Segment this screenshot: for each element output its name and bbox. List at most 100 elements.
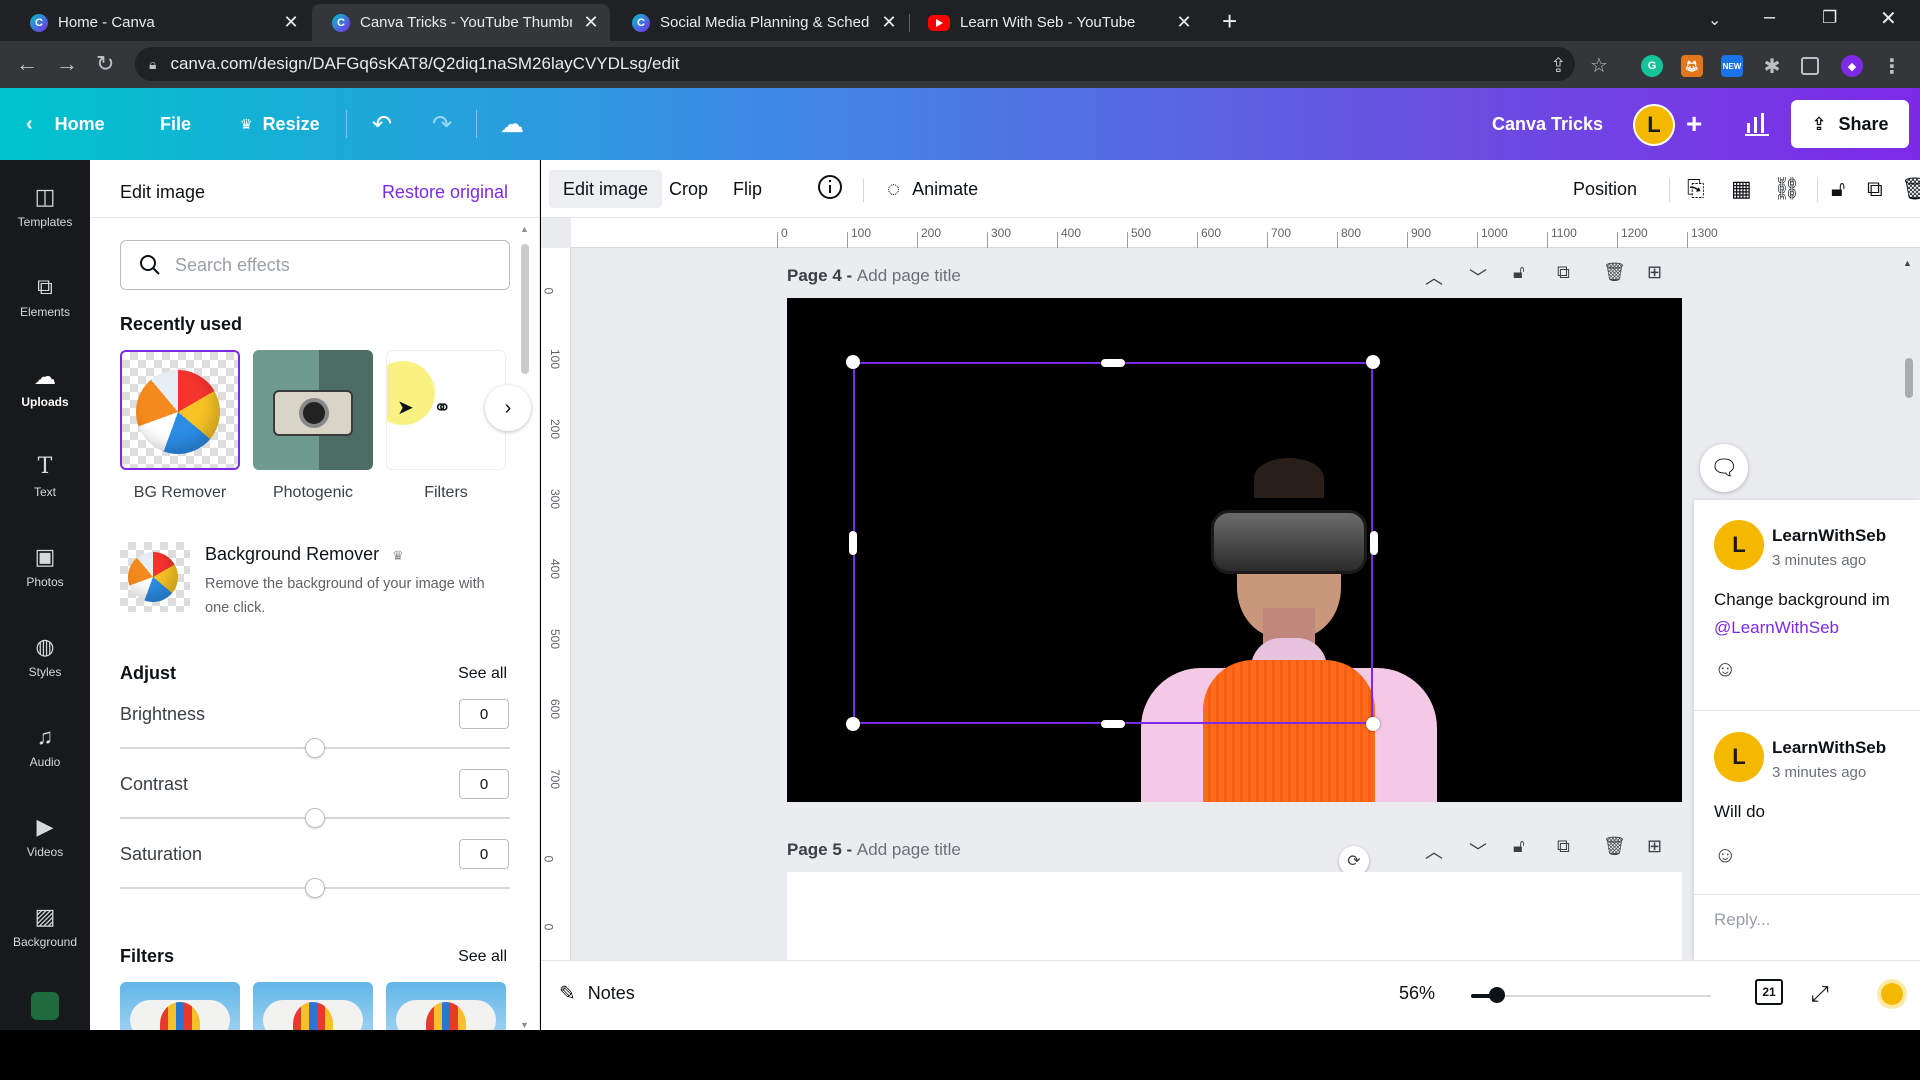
scroll-up-icon[interactable]: ▲ — [1903, 258, 1912, 268]
redo-icon[interactable]: ↷ — [432, 88, 452, 160]
reload-icon[interactable]: ↻ — [96, 51, 114, 77]
notes-button[interactable]: ✎ Notes — [559, 981, 635, 1006]
browser-tab-learn-with-seb[interactable]: Learn With Seb - YouTube ✕ — [908, 4, 1203, 41]
design-title[interactable]: Canva Tricks — [1492, 88, 1603, 160]
delete-page-icon[interactable]: 🗑︎ — [1603, 836, 1626, 857]
lock-icon[interactable]: 🔓︎ — [1831, 176, 1845, 202]
chevron-up-icon[interactable]: ︿ — [1425, 264, 1443, 290]
browser-menu-icon[interactable]: ⋮ — [1881, 55, 1903, 78]
scroll-up-icon[interactable]: ▲ — [520, 224, 529, 234]
chevron-down-icon[interactable]: ﹀ — [1469, 264, 1487, 290]
page-5-title[interactable]: Page 5 - Add page title — [787, 840, 961, 860]
paint-roller-icon[interactable]: ⎘ — [1687, 176, 1705, 202]
new-extension-icon[interactable]: NEW — [1721, 55, 1743, 77]
resize-handle-right[interactable] — [1370, 531, 1378, 555]
rail-item-videos[interactable]: ▶ Videos — [0, 802, 90, 872]
chevron-up-icon[interactable]: ︿ — [1425, 838, 1443, 864]
page-5-canvas[interactable] — [787, 872, 1682, 960]
share-button[interactable]: ⇪ Share — [1791, 100, 1909, 148]
resize-handle-bottom-right[interactable] — [1366, 717, 1380, 731]
share-page-icon[interactable]: ⇪ — [1550, 53, 1567, 78]
add-reaction-icon[interactable]: ☺ — [1714, 656, 1736, 682]
more-apps-icon[interactable] — [31, 992, 59, 1020]
close-tab-icon[interactable]: ✕ — [1175, 12, 1193, 33]
resize-handle-top-right[interactable] — [1366, 355, 1380, 369]
search-input[interactable] — [175, 254, 475, 276]
zoom-slider[interactable] — [1471, 995, 1711, 997]
resize-handle-bottom-left[interactable] — [846, 717, 860, 731]
contrast-slider-handle[interactable] — [305, 808, 325, 828]
reply-input[interactable]: Reply... — [1714, 910, 1770, 930]
rail-item-templates[interactable]: ◫ Templates — [0, 172, 90, 242]
brightness-value-input[interactable]: 0 — [459, 699, 509, 729]
canvas-scrollbar-thumb[interactable] — [1905, 358, 1913, 398]
rail-item-background[interactable]: ▨ Background — [0, 892, 90, 962]
comment-mention-link[interactable]: @LearnWithSeb — [1714, 614, 1839, 642]
add-page-icon[interactable]: ⊞ — [1647, 262, 1662, 283]
brightness-slider-handle[interactable] — [305, 738, 325, 758]
panel-scrollbar[interactable]: ▲ ▼ — [520, 224, 530, 1030]
delete-page-icon[interactable]: 🗑︎ — [1603, 262, 1626, 283]
zoom-slider-handle[interactable] — [1489, 987, 1505, 1003]
link-icon[interactable]: ⛓︎ — [1773, 176, 1801, 202]
close-tab-icon[interactable]: ✕ — [282, 12, 300, 33]
avatar[interactable]: L — [1633, 104, 1675, 146]
undo-icon[interactable]: ↶ — [372, 88, 392, 160]
resize-handle-left[interactable] — [849, 531, 857, 555]
help-icon[interactable] — [1881, 983, 1903, 1005]
close-tab-icon[interactable]: ✕ — [582, 12, 600, 33]
new-tab-icon[interactable]: + — [1222, 6, 1237, 37]
cloud-saved-icon[interactable]: ☁︎ — [500, 88, 524, 160]
zoom-level[interactable]: 56% — [1399, 983, 1435, 1004]
browser-tab-home-canva[interactable]: C Home - Canva ✕ — [10, 4, 310, 41]
trash-icon[interactable]: 🗑︎ — [1901, 176, 1920, 202]
filters-see-all-link[interactable]: See all — [458, 948, 507, 966]
insights-chart-icon[interactable] — [1744, 88, 1770, 160]
browser-tab-social-media[interactable]: C Social Media Planning & Schedul ✕ — [612, 4, 908, 41]
panel-scrollbar-thumb[interactable] — [521, 244, 529, 374]
grammarly-extension-icon[interactable]: G — [1641, 55, 1663, 77]
lock-page-icon[interactable]: 🔓︎ — [1513, 836, 1525, 857]
side-panel-icon[interactable] — [1801, 57, 1819, 75]
close-tab-icon[interactable]: ✕ — [880, 12, 898, 33]
selection-box[interactable] — [853, 362, 1373, 724]
chevron-down-icon[interactable]: ﹀ — [1469, 838, 1487, 864]
position-button[interactable]: Position — [1559, 170, 1651, 208]
flip-button[interactable]: Flip — [719, 170, 776, 208]
add-page-icon[interactable]: ⊞ — [1647, 836, 1662, 857]
address-bar[interactable]: 🔒︎ canva.com/design/DAFGq6sKAT8/Q2diq1na… — [135, 47, 1575, 81]
duplicate-icon[interactable]: ⧉ — [1867, 176, 1883, 202]
close-window-icon[interactable]: ✕ — [1880, 6, 1897, 31]
browser-tab-canva-tricks[interactable]: C Canva Tricks - YouTube Thumbna ✕ — [312, 4, 610, 41]
rail-item-styles[interactable]: ◍ Styles — [0, 622, 90, 692]
filter-thumbnail[interactable] — [253, 982, 373, 1030]
page-4-title[interactable]: Page 4 - Add page title — [787, 266, 961, 286]
fullscreen-icon[interactable]: ⤢ — [1811, 981, 1829, 1007]
saturation-slider-handle[interactable] — [305, 878, 325, 898]
resize-handle-bottom[interactable] — [1101, 720, 1125, 728]
tab-search-icon[interactable]: ⌄ — [1708, 10, 1721, 30]
rail-item-audio[interactable]: ♫ Audio — [0, 712, 90, 782]
file-menu-button[interactable]: File — [160, 88, 191, 160]
info-icon[interactable] — [817, 174, 843, 206]
add-collaborator-icon[interactable]: + — [1686, 88, 1702, 160]
search-effects-field[interactable] — [120, 240, 510, 290]
filter-thumbnail[interactable] — [120, 982, 240, 1030]
back-icon[interactable]: ← — [16, 51, 38, 77]
lock-page-icon[interactable]: 🔓︎ — [1513, 262, 1525, 283]
photogenic-thumbnail[interactable] — [253, 350, 373, 470]
forward-icon[interactable]: → — [56, 51, 78, 77]
add-comment-icon[interactable]: 🗨︎ — [1700, 444, 1748, 492]
rail-item-text[interactable]: T Text — [0, 442, 90, 512]
rail-item-uploads[interactable]: ☁︎ Uploads — [0, 352, 90, 422]
resize-button[interactable]: ♛ Resize — [240, 88, 320, 160]
scroll-down-icon[interactable]: ▼ — [520, 1020, 529, 1030]
crop-button[interactable]: Crop — [655, 170, 722, 208]
home-button[interactable]: ‹ Home — [26, 88, 105, 160]
edit-image-button[interactable]: Edit image — [549, 170, 663, 208]
rail-item-photos[interactable]: ▣ Photos — [0, 532, 90, 602]
bookmark-star-icon[interactable]: ☆ — [1590, 53, 1608, 78]
metamask-extension-icon[interactable]: 🦊︎ — [1681, 55, 1703, 77]
contrast-value-input[interactable]: 0 — [459, 769, 509, 799]
extensions-puzzle-icon[interactable]: ✱ — [1761, 55, 1783, 78]
